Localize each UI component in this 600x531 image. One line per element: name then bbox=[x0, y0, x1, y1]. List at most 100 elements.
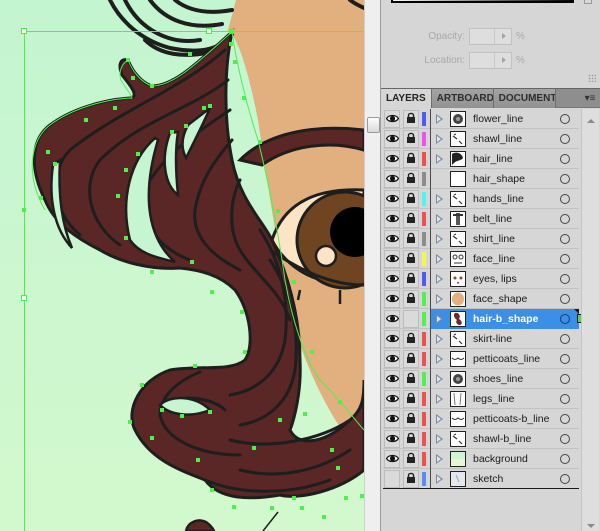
visibility-toggle[interactable] bbox=[384, 449, 400, 468]
visibility-toggle[interactable] bbox=[384, 229, 400, 248]
visibility-toggle[interactable] bbox=[384, 109, 400, 128]
visibility-toggle[interactable] bbox=[384, 149, 400, 168]
expand-triangle-icon[interactable] bbox=[435, 452, 445, 466]
expand-triangle-icon[interactable] bbox=[435, 252, 445, 266]
layer-row-flower-line[interactable]: flower_line bbox=[383, 108, 579, 129]
layer-name[interactable]: hair-b_shape bbox=[473, 313, 560, 325]
expand-triangle-icon[interactable] bbox=[435, 312, 445, 326]
layer-row-hair-line[interactable]: hair_line bbox=[383, 148, 579, 169]
layer-name[interactable]: skirt-line bbox=[473, 333, 560, 345]
layer-row-shawl-b-line[interactable]: shawl-b_line bbox=[383, 428, 579, 449]
target-circle-icon[interactable] bbox=[560, 473, 570, 484]
visibility-toggle[interactable] bbox=[384, 329, 400, 348]
expand-triangle-icon[interactable] bbox=[435, 192, 445, 206]
target-circle-icon[interactable] bbox=[560, 393, 570, 404]
layer-name-area[interactable]: background bbox=[431, 449, 579, 469]
lock-toggle[interactable] bbox=[403, 349, 419, 368]
target-circle-icon[interactable] bbox=[560, 233, 570, 244]
expand-triangle-icon[interactable] bbox=[435, 472, 445, 486]
target-circle-icon[interactable] bbox=[560, 373, 570, 384]
visibility-toggle[interactable] bbox=[384, 429, 400, 448]
layer-name-area[interactable]: hair-b_shape bbox=[431, 308, 586, 329]
layer-name[interactable]: shirt_line bbox=[473, 233, 560, 245]
layer-name-area[interactable]: belt_line bbox=[431, 209, 579, 229]
target-circle-icon[interactable] bbox=[560, 313, 570, 324]
gradient-slider[interactable] bbox=[391, 0, 574, 3]
layer-name-area[interactable]: flower_line bbox=[431, 109, 579, 129]
opacity-field[interactable] bbox=[469, 27, 512, 45]
lock-toggle[interactable] bbox=[403, 449, 419, 468]
lock-toggle[interactable] bbox=[403, 189, 419, 208]
expand-triangle-icon[interactable] bbox=[435, 152, 445, 166]
visibility-toggle[interactable] bbox=[384, 189, 400, 208]
layer-row-background[interactable]: background bbox=[383, 448, 579, 469]
artboard-canvas[interactable] bbox=[0, 0, 364, 531]
layer-row-hair-shape[interactable]: hair_shape bbox=[383, 168, 579, 189]
visibility-toggle[interactable] bbox=[384, 309, 400, 328]
lock-toggle[interactable] bbox=[403, 389, 419, 408]
layer-row-shirt-line[interactable]: shirt_line bbox=[383, 228, 579, 249]
panel-menu-icon[interactable]: ▾≡ bbox=[579, 89, 600, 108]
lock-toggle[interactable] bbox=[403, 309, 419, 328]
lock-toggle[interactable] bbox=[403, 249, 419, 268]
layer-name[interactable]: eyes, lips bbox=[473, 273, 560, 285]
layer-name-area[interactable]: hair_shape bbox=[431, 169, 579, 189]
layer-row-shawl-line[interactable]: shawl_line bbox=[383, 128, 579, 149]
expand-triangle-icon[interactable] bbox=[435, 412, 445, 426]
lock-toggle[interactable] bbox=[403, 329, 419, 348]
layers-scrollbar[interactable] bbox=[581, 109, 599, 531]
layer-name-area[interactable]: hands_line bbox=[431, 189, 579, 209]
visibility-toggle[interactable] bbox=[384, 169, 400, 188]
expand-triangle-icon[interactable] bbox=[435, 352, 445, 366]
layer-row-sketch[interactable]: sketch bbox=[383, 468, 579, 489]
expand-triangle-icon[interactable] bbox=[435, 372, 445, 386]
layer-name-area[interactable]: eyes, lips bbox=[431, 269, 579, 289]
location-dropdown-arrow[interactable] bbox=[494, 52, 511, 68]
tab-artboard[interactable]: ARTBOARD bbox=[431, 89, 494, 108]
layer-row-hair-b-shape[interactable]: hair-b_shape bbox=[383, 308, 586, 329]
layer-name-area[interactable]: shirt_line bbox=[431, 229, 579, 249]
target-circle-icon[interactable] bbox=[560, 213, 570, 224]
target-circle-icon[interactable] bbox=[560, 333, 570, 344]
layer-name-area[interactable]: shoes_line bbox=[431, 369, 579, 389]
layer-row-face-shape[interactable]: face_shape bbox=[383, 288, 579, 309]
layer-row-face-line[interactable]: face_line bbox=[383, 248, 579, 269]
visibility-toggle[interactable] bbox=[384, 129, 400, 148]
target-circle-icon[interactable] bbox=[560, 193, 570, 204]
lock-toggle[interactable] bbox=[403, 209, 419, 228]
layer-name-area[interactable]: legs_line bbox=[431, 389, 579, 409]
layer-name[interactable]: shoes_line bbox=[473, 373, 560, 385]
tab-layers[interactable]: LAYERS bbox=[381, 89, 432, 108]
layer-name[interactable]: background bbox=[473, 453, 560, 465]
visibility-toggle[interactable] bbox=[384, 469, 400, 488]
layer-name-area[interactable]: shawl-b_line bbox=[431, 429, 579, 449]
tab-document[interactable]: DOCUMENT bbox=[493, 89, 556, 108]
layer-name[interactable]: face_line bbox=[473, 253, 560, 265]
layer-name[interactable]: shawl-b_line bbox=[473, 433, 560, 445]
target-circle-icon[interactable] bbox=[560, 273, 570, 284]
layer-name-area[interactable]: skirt-line bbox=[431, 329, 579, 349]
layer-row-petticoats-b-line[interactable]: petticoats-b_line bbox=[383, 408, 579, 429]
layer-row-skirt-line[interactable]: skirt-line bbox=[383, 328, 579, 349]
expand-triangle-icon[interactable] bbox=[435, 232, 445, 246]
lock-toggle[interactable] bbox=[403, 289, 419, 308]
lock-toggle[interactable] bbox=[403, 369, 419, 388]
target-circle-icon[interactable] bbox=[560, 453, 570, 464]
layer-name[interactable]: belt_line bbox=[473, 213, 560, 225]
target-circle-icon[interactable] bbox=[560, 133, 570, 144]
target-circle-icon[interactable] bbox=[560, 113, 570, 124]
layer-row-hands-line[interactable]: hands_line bbox=[383, 188, 579, 209]
expand-triangle-icon[interactable] bbox=[435, 272, 445, 286]
layer-name[interactable]: petticoats-b_line bbox=[473, 413, 560, 425]
visibility-toggle[interactable] bbox=[384, 349, 400, 368]
lock-toggle[interactable] bbox=[403, 109, 419, 128]
layer-name[interactable]: legs_line bbox=[473, 393, 560, 405]
layer-row-petticoats-line[interactable]: petticoats_line bbox=[383, 348, 579, 369]
layer-row-belt-line[interactable]: belt_line bbox=[383, 208, 579, 229]
location-field[interactable] bbox=[469, 51, 512, 69]
target-circle-icon[interactable] bbox=[560, 353, 570, 364]
lock-toggle[interactable] bbox=[403, 169, 419, 188]
expand-triangle-icon[interactable] bbox=[435, 392, 445, 406]
target-circle-icon[interactable] bbox=[560, 173, 570, 184]
lock-toggle[interactable] bbox=[403, 409, 419, 428]
